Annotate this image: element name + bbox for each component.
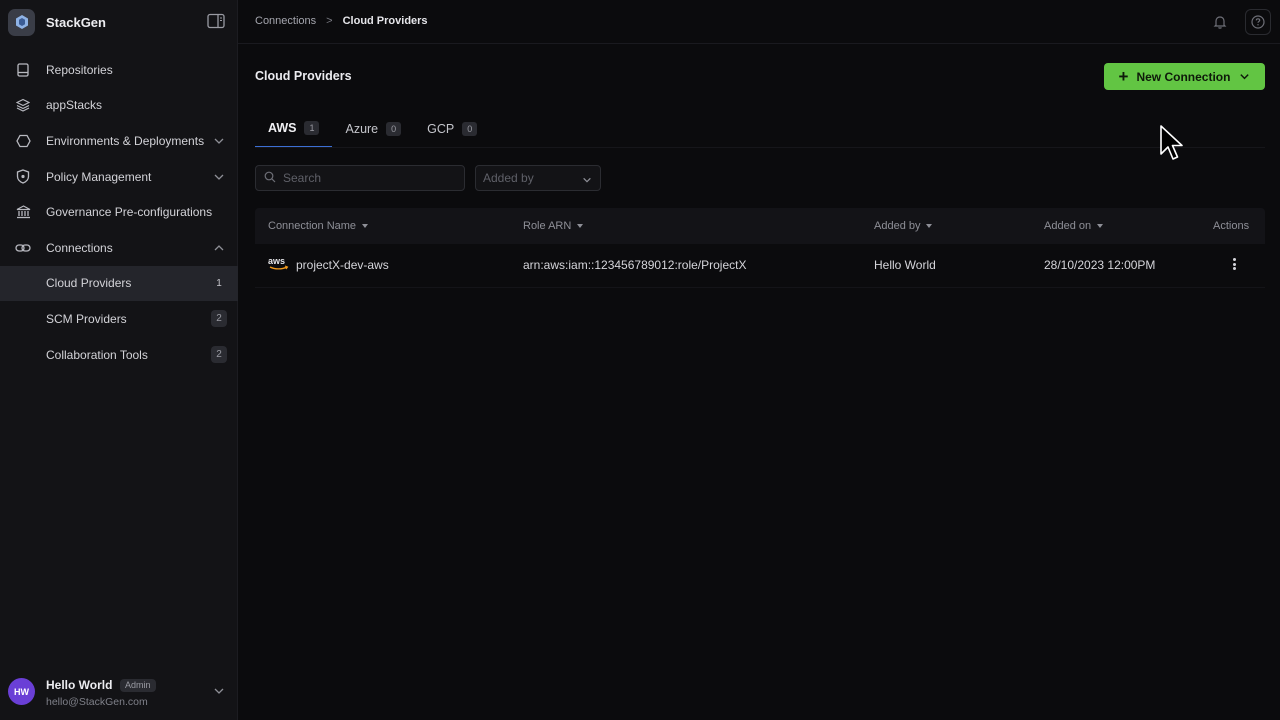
added-by-filter[interactable]: Added by xyxy=(475,165,601,191)
sidebar-item-label: Environments & Deployments xyxy=(46,133,205,148)
tab-gcp[interactable]: GCP 0 xyxy=(414,110,490,148)
column-label: Actions xyxy=(1213,220,1250,232)
search-field[interactable] xyxy=(255,165,465,191)
tab-label: AWS xyxy=(268,121,297,135)
sidebar-item-cloud-providers[interactable]: Cloud Providers 1 xyxy=(0,265,238,302)
sidebar-item-collaboration-tools[interactable]: Collaboration Tools 2 xyxy=(0,337,238,373)
sidebar-toggle-icon[interactable] xyxy=(207,13,225,29)
column-label: Role ARN xyxy=(523,220,572,232)
provider-tabs: AWS 1 Azure 0 GCP 0 xyxy=(255,110,490,148)
aws-logo-icon: aws xyxy=(268,255,290,271)
sidebar-item-policy-management[interactable]: Policy Management xyxy=(0,159,238,195)
repository-icon xyxy=(15,62,31,78)
table-row[interactable]: aws projectX-dev-aws arn:aws:iam::123456… xyxy=(255,244,1265,288)
chevron-down-icon xyxy=(1239,71,1250,82)
search-icon xyxy=(264,171,276,186)
count-badge: 1 xyxy=(216,277,222,289)
tab-count: 0 xyxy=(386,122,402,136)
column-label: Connection Name xyxy=(268,220,357,232)
sort-icon xyxy=(1097,224,1104,228)
column-label: Added on xyxy=(1044,220,1092,232)
sidebar-item-label: Collaboration Tools xyxy=(46,347,148,362)
sidebar-item-label: Connections xyxy=(46,240,113,255)
sidebar-item-label: Governance Pre-configurations xyxy=(46,205,213,220)
added-on: 28/10/2023 12:00PM xyxy=(1044,258,1156,272)
column-header-actions: Actions xyxy=(1213,220,1265,232)
help-icon[interactable] xyxy=(1245,9,1271,35)
user-email: hello@StackGen.com xyxy=(46,696,148,708)
chevron-down-icon[interactable] xyxy=(213,685,225,697)
new-connection-label: New Connection xyxy=(1136,69,1231,84)
column-label: Added by xyxy=(874,220,921,232)
breadcrumb: Connections > Cloud Providers xyxy=(255,15,428,27)
sidebar-item-scm-providers[interactable]: SCM Providers 2 xyxy=(0,301,238,337)
app-name: StackGen xyxy=(46,14,106,30)
top-bar: Connections > Cloud Providers xyxy=(238,0,1280,44)
link-icon xyxy=(15,240,31,256)
count-badge: 2 xyxy=(211,345,227,363)
breadcrumb-connections[interactable]: Connections xyxy=(255,15,316,27)
mouse-cursor-icon xyxy=(1160,125,1183,160)
plus-icon: + xyxy=(1118,67,1129,86)
shield-icon xyxy=(15,169,31,185)
user-profile[interactable]: HW Hello World Admin hello@StackGen.com xyxy=(0,670,238,720)
connection-name[interactable]: projectX-dev-aws xyxy=(296,258,389,272)
sidebar-item-appstacks[interactable]: appStacks xyxy=(0,88,238,124)
column-header-added-by[interactable]: Added by xyxy=(874,220,933,232)
count-badge: 2 xyxy=(211,310,227,328)
sidebar-item-label: Repositories xyxy=(46,62,113,77)
column-header-added-on[interactable]: Added on xyxy=(1044,220,1104,232)
avatar: HW xyxy=(8,678,35,705)
tab-label: Azure xyxy=(345,122,379,136)
role-badge: Admin xyxy=(120,679,156,692)
layers-icon xyxy=(15,97,31,113)
breadcrumb-current: Cloud Providers xyxy=(342,15,428,27)
chevron-down-icon[interactable] xyxy=(213,171,225,183)
added-by: Hello World xyxy=(874,258,936,272)
sidebar-item-label: appStacks xyxy=(46,98,103,113)
notification-bell-icon[interactable] xyxy=(1207,9,1233,35)
sidebar-item-governance[interactable]: Governance Pre-configurations xyxy=(0,194,238,230)
user-name: Hello World xyxy=(46,678,113,692)
column-header-connection-name[interactable]: Connection Name xyxy=(268,220,369,232)
column-header-role-arn[interactable]: Role ARN xyxy=(523,220,584,232)
new-connection-button[interactable]: + New Connection xyxy=(1104,63,1265,90)
bank-icon xyxy=(15,204,31,220)
sidebar-item-connections[interactable]: Connections xyxy=(0,230,238,266)
tab-count: 0 xyxy=(462,122,478,136)
sidebar: StackGen Repositories appStacks Environm… xyxy=(0,0,238,720)
chevron-down-icon[interactable] xyxy=(213,135,225,147)
table-header: Connection Name Role ARN Added by Added … xyxy=(255,208,1265,244)
sidebar-nav: Repositories appStacks Environments & De… xyxy=(0,52,238,372)
tab-azure[interactable]: Azure 0 xyxy=(332,110,414,148)
brand[interactable]: StackGen xyxy=(8,8,230,36)
search-input[interactable] xyxy=(283,171,453,185)
role-arn: arn:aws:iam::123456789012:role/ProjectX xyxy=(523,258,747,272)
sidebar-item-label: SCM Providers xyxy=(46,311,127,326)
connections-table: Connection Name Role ARN Added by Added … xyxy=(255,208,1265,288)
chevron-up-icon[interactable] xyxy=(213,242,225,254)
tab-count: 1 xyxy=(304,121,320,135)
chevron-down-icon xyxy=(582,174,592,184)
sort-icon xyxy=(362,224,369,228)
tab-label: GCP xyxy=(427,122,455,136)
sort-icon xyxy=(577,224,584,228)
hexagon-icon xyxy=(15,133,31,149)
tabs-divider xyxy=(255,147,1265,148)
breadcrumb-separator: > xyxy=(326,15,333,27)
sidebar-item-repositories[interactable]: Repositories xyxy=(0,52,238,88)
more-actions-icon[interactable] xyxy=(1231,256,1237,272)
filter-placeholder: Added by xyxy=(483,171,534,185)
sidebar-item-label: Policy Management xyxy=(46,169,152,184)
page-title: Cloud Providers xyxy=(255,69,352,83)
sidebar-item-label: Cloud Providers xyxy=(46,276,132,291)
sort-icon xyxy=(926,224,933,228)
svg-text:aws: aws xyxy=(268,256,285,266)
sidebar-item-environments[interactable]: Environments & Deployments xyxy=(0,123,238,159)
tab-aws[interactable]: AWS 1 xyxy=(255,110,333,148)
stackgen-logo-icon xyxy=(8,8,35,36)
